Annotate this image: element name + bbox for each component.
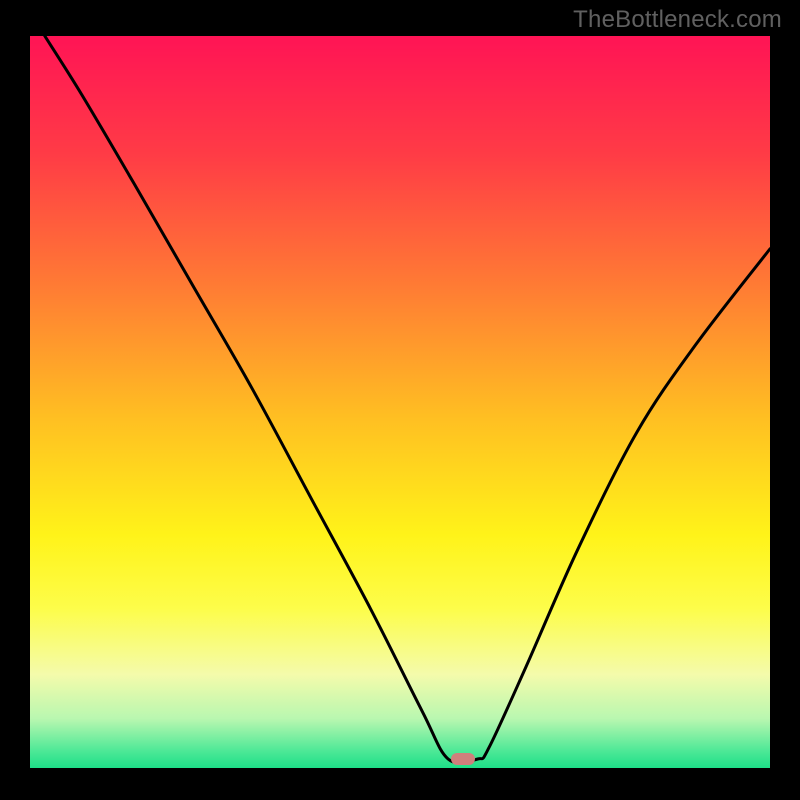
watermark-text: TheBottleneck.com	[573, 6, 782, 34]
chart-container: TheBottleneck.com	[0, 0, 800, 800]
plot-area	[30, 36, 770, 770]
bottleneck-curve	[30, 36, 770, 770]
bottom-axis-line	[30, 768, 770, 770]
optimal-point-marker	[451, 753, 475, 765]
